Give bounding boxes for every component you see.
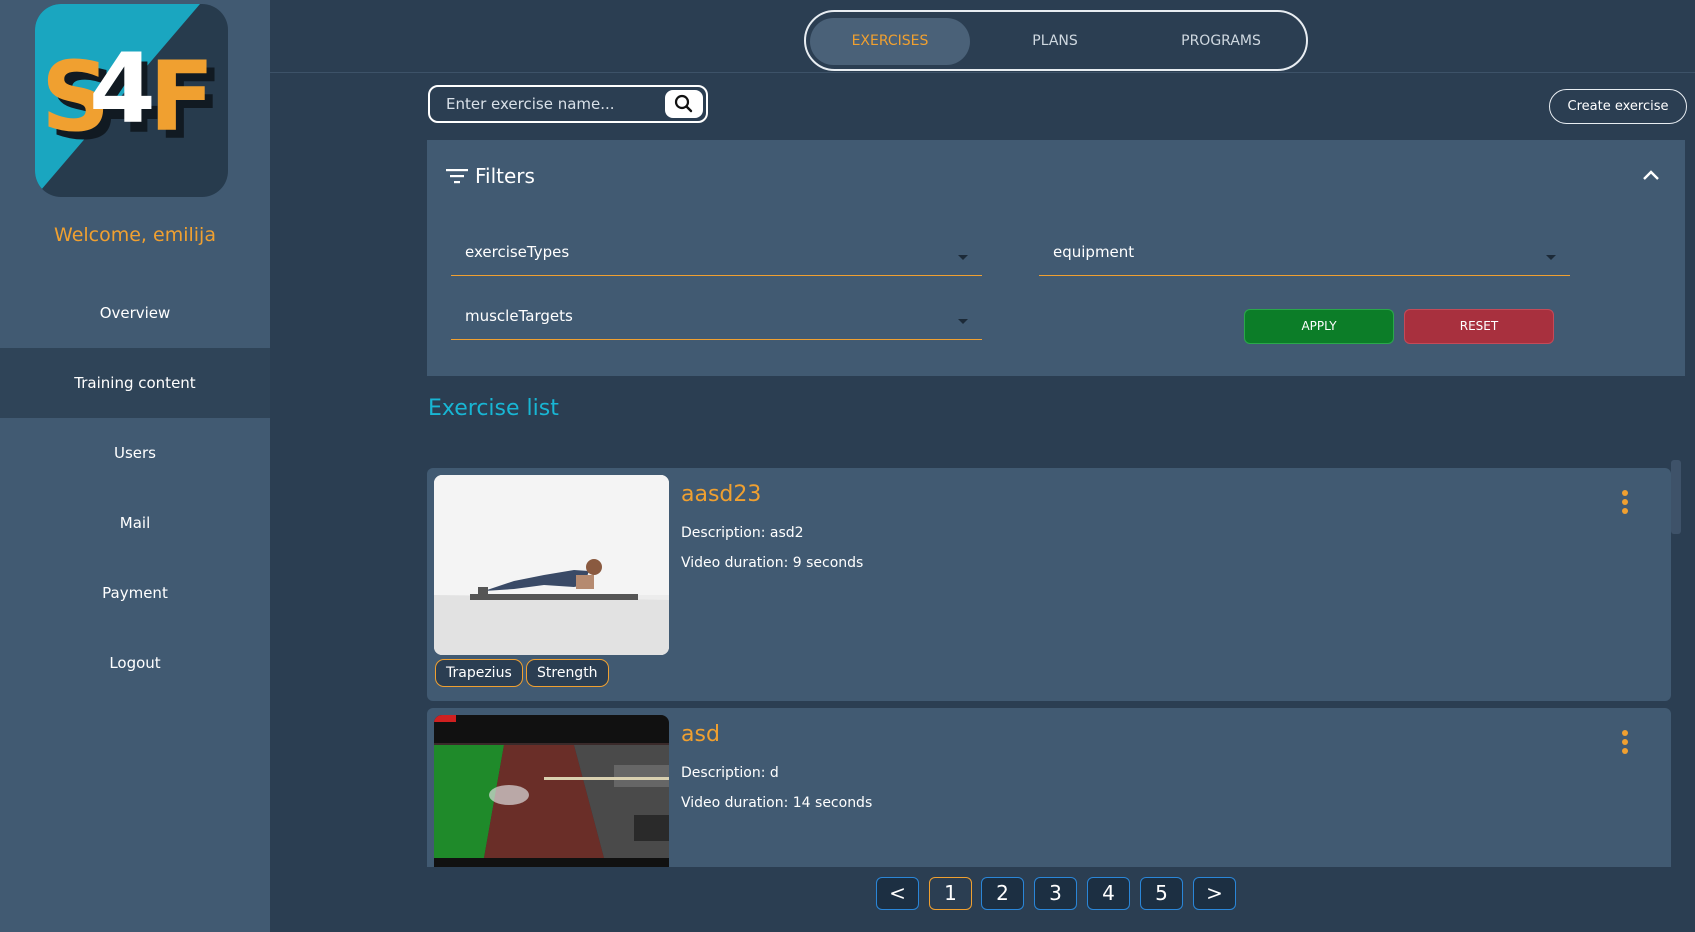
exercise-types-select[interactable]: exerciseTypes — [451, 236, 982, 276]
exercise-list[interactable]: aasd23 Description: asd2 Video duration:… — [427, 460, 1695, 867]
caret-down-icon — [958, 255, 968, 260]
sidebar: S 4 F S 4 F Welcome, emilija Overview Tr… — [0, 0, 270, 932]
more-options-icon[interactable] — [1619, 730, 1631, 760]
video-thumbnail — [434, 715, 669, 867]
sidebar-item-mail[interactable]: Mail — [0, 488, 270, 558]
sidebar-item-logout[interactable]: Logout — [0, 628, 270, 698]
exercise-title[interactable]: aasd23 — [681, 482, 761, 507]
exercise-title[interactable]: asd — [681, 722, 720, 747]
sidebar-item-payment[interactable]: Payment — [0, 558, 270, 628]
filters-panel: Filters exerciseTypes equipment muscleTa… — [427, 140, 1685, 376]
create-exercise-button[interactable]: Create exercise — [1549, 89, 1687, 124]
tag-strength: Strength — [526, 659, 609, 687]
svg-text:4: 4 — [89, 33, 156, 145]
caret-down-icon — [958, 319, 968, 324]
exercise-card[interactable]: aasd23 Description: asd2 Video duration:… — [427, 468, 1671, 701]
equipment-label: equipment — [1053, 243, 1135, 261]
muscle-targets-label: muscleTargets — [465, 307, 573, 325]
next-page-button[interactable]: > — [1193, 877, 1236, 910]
search-button[interactable] — [665, 90, 703, 118]
sidebar-item-users[interactable]: Users — [0, 418, 270, 488]
exercise-card[interactable]: asd Description: d Video duration: 14 se… — [427, 708, 1671, 867]
exercise-description: Description: d — [681, 765, 779, 781]
page-button-2[interactable]: 2 — [981, 877, 1024, 910]
logo-graphic: S 4 F S 4 F — [35, 4, 228, 197]
sidebar-item-overview[interactable]: Overview — [0, 278, 270, 348]
tab-programs[interactable]: PROGRAMS — [1136, 18, 1306, 65]
collapse-filters-button[interactable] — [1639, 164, 1663, 188]
exercise-types-label: exerciseTypes — [465, 243, 570, 261]
chevron-up-icon — [1643, 170, 1659, 180]
exercise-thumbnail[interactable] — [434, 715, 669, 867]
sidebar-item-training-content[interactable]: Training content — [0, 348, 270, 418]
tab-exercises[interactable]: EXERCISES — [810, 18, 970, 65]
svg-text:F: F — [149, 41, 215, 153]
page-button-4[interactable]: 4 — [1087, 877, 1130, 910]
page-button-5[interactable]: 5 — [1140, 877, 1183, 910]
tag-trapezius: Trapezius — [435, 659, 523, 687]
page-button-3[interactable]: 3 — [1034, 877, 1077, 910]
filters-header[interactable]: Filters — [445, 162, 535, 190]
prev-page-button[interactable]: < — [876, 877, 919, 910]
search-input[interactable] — [444, 92, 654, 116]
exercise-duration: Video duration: 9 seconds — [681, 555, 864, 571]
apply-button[interactable]: APPLY — [1244, 309, 1394, 344]
tab-plans[interactable]: PLANS — [980, 18, 1130, 65]
content-tabs: EXERCISES PLANS PROGRAMS — [804, 10, 1308, 71]
caret-down-icon — [1546, 255, 1556, 260]
scrollbar[interactable] — [1671, 460, 1681, 534]
exercise-thumbnail[interactable] — [434, 475, 669, 655]
exercise-list-title: Exercise list — [428, 396, 559, 421]
welcome-message: Welcome, emilija — [54, 224, 216, 246]
s4f-logo[interactable]: S 4 F S 4 F — [35, 4, 228, 197]
exercise-duration: Video duration: 14 seconds — [681, 795, 873, 811]
muscle-targets-select[interactable]: muscleTargets — [451, 300, 982, 340]
search-icon — [674, 94, 693, 113]
reset-button[interactable]: RESET — [1404, 309, 1554, 344]
more-options-icon[interactable] — [1619, 490, 1631, 520]
filters-title: Filters — [475, 164, 535, 188]
page-button-1[interactable]: 1 — [929, 877, 972, 910]
filter-icon — [446, 169, 468, 184]
exercise-description: Description: asd2 — [681, 525, 804, 541]
search-box — [428, 85, 708, 123]
equipment-select[interactable]: equipment — [1039, 236, 1570, 276]
plank-video-thumbnail — [434, 475, 669, 655]
